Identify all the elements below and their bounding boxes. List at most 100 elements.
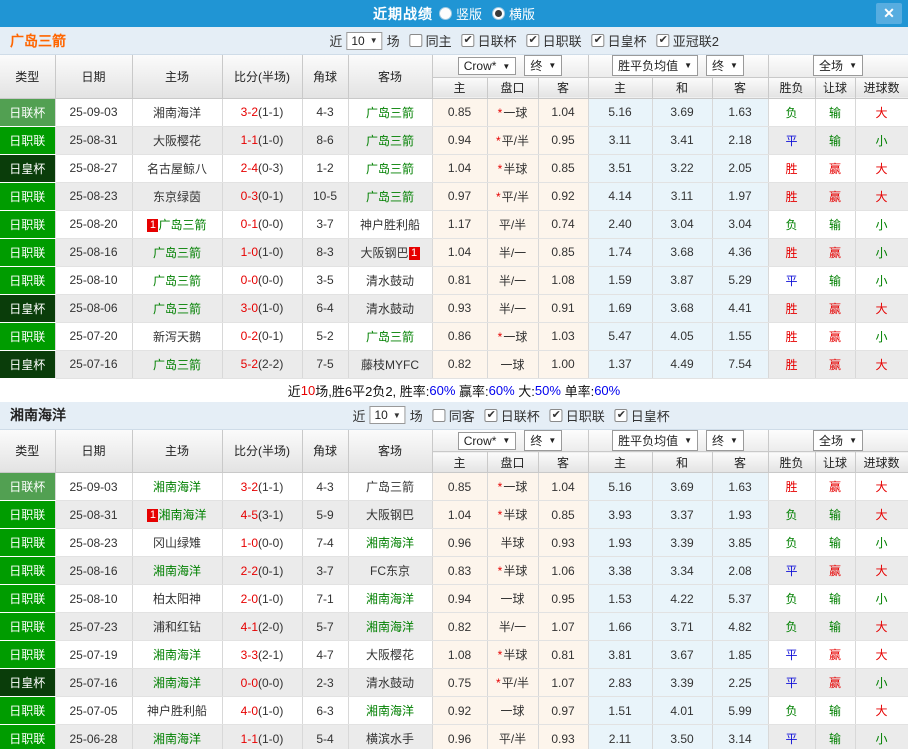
home-team-cell: 湘南海洋 [132, 724, 223, 749]
match-count-select[interactable]: 10 ▼ [369, 406, 406, 424]
same-venue-filter[interactable]: 同客 [427, 406, 475, 425]
result-cell: 平 [768, 724, 816, 749]
avg-home-odds: 1.69 [588, 294, 653, 323]
team-name: 名古屋鲸八 [146, 161, 207, 176]
section-filterbar: 湘南海洋 近10▼场 同客 日联杯 日职联 日皇杯 [0, 401, 908, 430]
goals-cell: 小 [855, 668, 908, 697]
away-team-cell: 藤枝MYFC [348, 350, 433, 379]
away-team-cell: 广岛三箭 [348, 322, 433, 351]
crow-away-odds: 0.95 [538, 584, 589, 613]
result-cell: 平 [768, 668, 816, 697]
crow-away-odds: 1.04 [538, 472, 589, 501]
score-cell: 3-0(1-0) [222, 294, 303, 323]
league-type-cell: 日职联 [0, 266, 56, 295]
match-row: 日职联 25-08-23 东京绿茵 0-3(0-1) 10-5 广岛三箭 0.97 *平/半 0… [0, 182, 908, 211]
date-cell: 25-08-27 [55, 154, 133, 183]
crow-final-select[interactable]: 终 ▼ [524, 429, 563, 451]
crow-company-select[interactable]: Crow* ▼ [457, 431, 517, 450]
match-row: 日职联 25-07-20 新泻天鹅 0-2(0-1) 5-2 广岛三箭 0.86 *一球 1.0… [0, 322, 908, 351]
score-cell: 1-1(1-0) [222, 126, 303, 155]
crow-company-select[interactable]: Crow* ▼ [457, 57, 517, 76]
crow-home-odds: 0.86 [432, 322, 488, 351]
crow-home-odds: 1.04 [432, 500, 488, 529]
league-filter-3[interactable]: 亚冠联2 [651, 31, 719, 50]
avg-away-odds: 2.25 [712, 668, 769, 697]
close-icon: ✕ [883, 5, 895, 21]
away-team-cell: 广岛三箭 [348, 98, 433, 127]
chevron-down-icon: ▼ [730, 435, 738, 445]
team-name: 清水鼓动 [365, 676, 414, 690]
sub-column-header: 客 [538, 451, 589, 473]
layout-radio-horizontal[interactable]: 横版 [492, 4, 535, 23]
crow-handicap: *一球 [487, 472, 539, 501]
team-name: 广岛三箭 [365, 133, 414, 148]
league-filter-label: 日职联 [542, 34, 582, 49]
fulltime-select[interactable]: 全场 ▼ [813, 429, 863, 451]
league-filter-1[interactable]: 日职联 [521, 31, 582, 50]
match-count-select[interactable]: 10 ▼ [346, 31, 383, 50]
league-type-cell: 日职联 [0, 210, 56, 239]
wdl-avg-select[interactable]: 胜平负均值 ▼ [612, 429, 698, 451]
league-filter-2[interactable]: 日皇杯 [609, 406, 670, 425]
match-row: 日皇杯 25-08-06 广岛三箭 3-0(1-0) 6-4 清水鼓动 0.93 半/一 0.9… [0, 294, 908, 323]
avg-away-odds: 1.63 [712, 98, 769, 127]
team-name: 湘南海洋 [365, 620, 414, 634]
handicap-result-cell: 输 [815, 98, 856, 127]
league-type-cell: 日皇杯 [0, 294, 56, 323]
goals-cell: 大 [855, 556, 908, 585]
star-icon: * [495, 133, 501, 148]
corners-cell: 7-5 [302, 350, 349, 379]
home-team-cell: 1 湘南海洋 [132, 500, 223, 529]
same-venue-filter[interactable]: 同主 [404, 31, 452, 50]
avg-draw-odds: 4.49 [652, 350, 713, 379]
team-name: 冈山绿雉 [152, 536, 201, 550]
team-name: 神户胜利船 [146, 704, 207, 718]
checkbox-icon [432, 408, 446, 422]
near-label: 近 [352, 408, 366, 424]
avg-home-odds: 3.81 [588, 640, 653, 669]
league-filter-0[interactable]: 日联杯 [479, 406, 540, 425]
crow-handicap: *平/半 [487, 182, 539, 211]
fulltime-select[interactable]: 全场 ▼ [813, 55, 863, 76]
score-cell: 4-1(2-0) [222, 612, 303, 641]
avg-draw-odds: 3.41 [652, 126, 713, 155]
date-cell: 25-08-23 [55, 182, 133, 211]
team-name: 大阪樱花 [152, 133, 201, 148]
league-type-cell: 日职联 [0, 528, 56, 557]
result-cell: 胜 [768, 182, 816, 211]
avg-home-odds: 2.11 [588, 724, 653, 749]
wdl-avg-select[interactable]: 胜平负均值 ▼ [612, 55, 698, 76]
section-filterbar: 广岛三箭 近10▼场 同主 日联杯 日职联 日皇杯 亚冠联2 [0, 27, 908, 55]
games-label: 场 [409, 408, 423, 424]
crow-home-odds: 0.94 [432, 584, 488, 613]
avg-home-odds: 1.93 [588, 528, 653, 557]
team-name: 湘南海洋 [152, 732, 201, 746]
column-header: 角球 [302, 429, 349, 473]
layout-radio-vertical[interactable]: 竖版 [438, 4, 482, 23]
match-row: 日皇杯 25-07-16 广岛三箭 5-2(2-2) 7-5 藤枝MYFC 0.82 一球 1.… [0, 350, 908, 379]
avg-draw-odds: 3.39 [652, 668, 713, 697]
wdl-final-select[interactable]: 终 ▼ [706, 55, 744, 76]
goals-cell: 小 [855, 210, 908, 239]
team-name: 浦和红钻 [152, 620, 201, 634]
away-team-cell: 横滨水手 [348, 724, 433, 749]
close-button[interactable]: ✕ [876, 3, 902, 24]
avg-draw-odds: 3.50 [652, 724, 713, 749]
checkbox-icon [409, 34, 423, 47]
match-row: 日职联 25-08-10 柏太阳神 2-0(1-0) 7-1 湘南海洋 0.94 一球 0.95… [0, 584, 908, 613]
team-name: 广岛三箭 [152, 273, 201, 288]
goals-cell: 小 [855, 724, 908, 749]
league-filter-1[interactable]: 日职联 [544, 406, 605, 425]
date-cell: 25-07-16 [55, 668, 133, 697]
league-filter-0[interactable]: 日联杯 [456, 31, 517, 50]
avg-draw-odds: 3.39 [652, 528, 713, 557]
league-filter-2[interactable]: 日皇杯 [586, 31, 647, 50]
team-name: 大阪钢巴 [365, 508, 414, 522]
column-header: 角球 [302, 55, 349, 99]
crow-home-odds: 0.93 [432, 294, 488, 323]
avg-away-odds: 5.99 [712, 696, 769, 725]
crow-final-select[interactable]: 终 ▼ [524, 55, 563, 76]
goals-cell: 大 [855, 500, 908, 529]
wdl-final-select[interactable]: 终 ▼ [706, 429, 744, 451]
league-type-cell: 日职联 [0, 238, 56, 267]
